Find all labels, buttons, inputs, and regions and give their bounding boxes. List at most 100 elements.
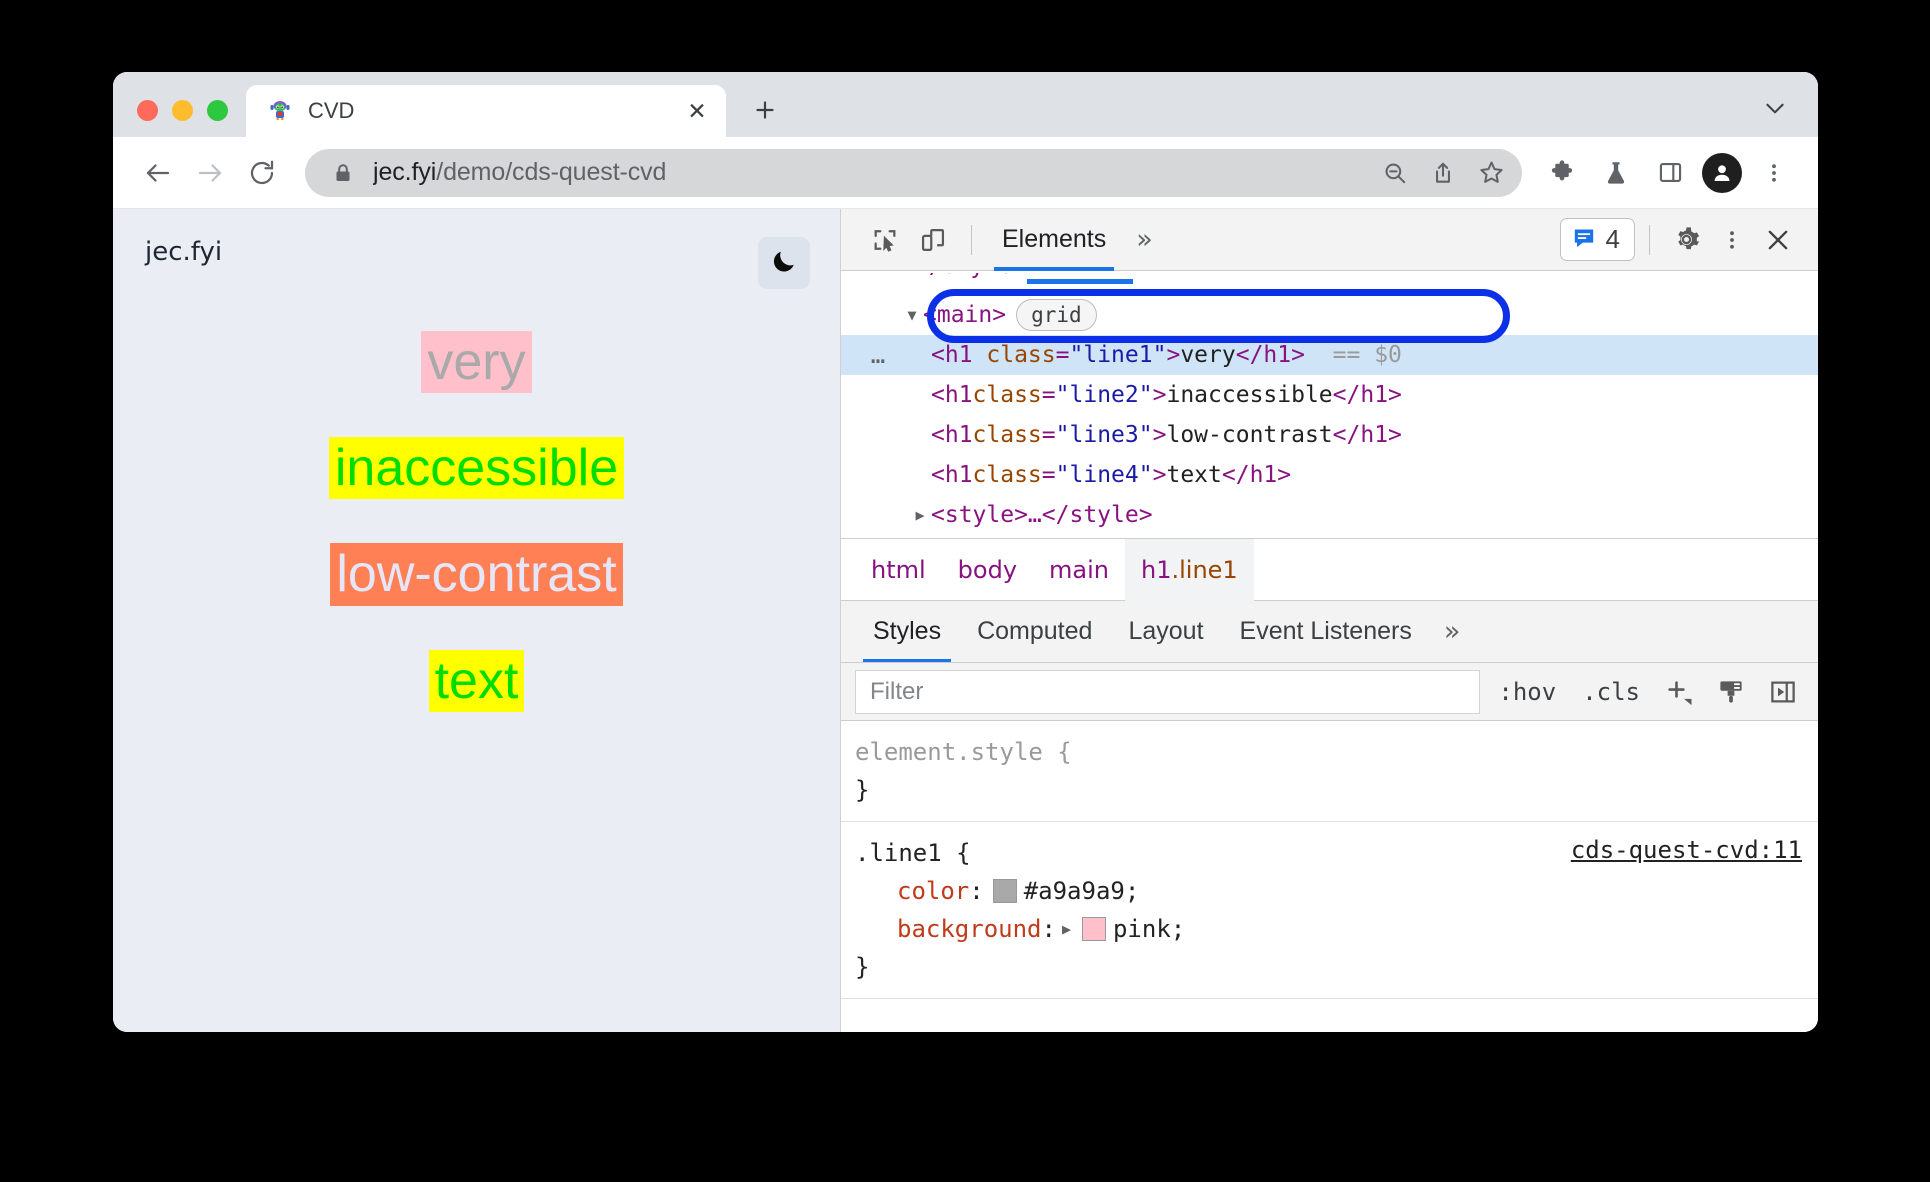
lab-flask-icon[interactable] (1594, 151, 1638, 195)
hov-toggle-button[interactable]: :hov (1490, 678, 1564, 706)
styles-filter-row: Filter :hov .cls (841, 663, 1818, 721)
devtools-panel: Elements » 4 ▼ <main> grid … <h1 class="… (841, 209, 1818, 1032)
declaration-background-semicolon: ; (1170, 915, 1186, 943)
share-icon[interactable] (1422, 152, 1464, 194)
dom-row-h1-line3[interactable]: <h1 class = "line3" > low-contrast </h1> (841, 415, 1818, 455)
dom-tree[interactable]: </style> ▼ <main> grid … <h1 class="line… (841, 271, 1818, 539)
lock-icon (331, 161, 355, 185)
cvd-line-4: text (428, 649, 525, 712)
dom-gt-3: > (1152, 422, 1167, 448)
address-bar[interactable]: jec.fyi/demo/cds-quest-cvd (305, 148, 1522, 197)
rule-element-style[interactable]: element.style { } (841, 721, 1818, 822)
forward-button[interactable] (187, 150, 233, 196)
dom-selected-ref: == $0 (1332, 342, 1402, 368)
dom-row-main-close[interactable]: </main> (841, 535, 1818, 538)
content-split: jec.fyi very inaccessible low-contrast t… (113, 209, 1818, 1032)
dom-clipped-underline (1027, 279, 1133, 284)
penguin-favicon (268, 99, 292, 123)
color-swatch-pink[interactable] (1081, 917, 1106, 941)
maximize-window-button[interactable] (207, 100, 228, 121)
close-devtools-icon[interactable] (1756, 218, 1800, 262)
declaration-color-value[interactable]: #a9a9a9 (1024, 877, 1125, 905)
dom-row-h1-line2[interactable]: <h1 class = "line2" > inaccessible </h1> (841, 375, 1818, 415)
kebab-menu-icon[interactable] (1752, 151, 1796, 195)
expand-shorthand-triangle-icon[interactable]: ▶ (1062, 920, 1071, 938)
breadcrumb-item-html[interactable]: html (855, 539, 942, 601)
rule-close-1: } (855, 948, 1818, 986)
browser-tab[interactable]: CVD ✕ (246, 85, 726, 137)
dom-gt-4: > (1152, 462, 1167, 488)
filter-input[interactable]: Filter (855, 669, 1481, 714)
sidebar-toggle-icon[interactable] (1762, 671, 1804, 713)
tab-elements[interactable]: Elements (988, 209, 1120, 271)
dom-attr-value-3: "line3" (1055, 422, 1153, 448)
cvd-line-2: inaccessible (328, 437, 625, 500)
rule-close-text-1: } (855, 953, 870, 981)
breadcrumb-tag: h1 (1141, 555, 1172, 584)
rule-selector-text-0: element.style { (855, 738, 1072, 766)
declaration-background-value[interactable]: pink (1113, 915, 1171, 943)
styles-rules-pane[interactable]: element.style { } .line1 { cds-quest-cvd… (841, 721, 1818, 1032)
profile-avatar[interactable] (1702, 152, 1742, 193)
device-toolbar-icon[interactable] (911, 218, 955, 262)
issues-badge[interactable]: 4 (1559, 218, 1635, 261)
gear-icon[interactable] (1664, 218, 1708, 262)
chevron-down-icon[interactable] (1758, 91, 1792, 125)
reload-button[interactable] (239, 150, 285, 196)
dom-close-tag-2: </h1> (1332, 382, 1402, 408)
tab-layout[interactable]: Layout (1110, 601, 1221, 662)
more-styles-tabs-icon[interactable]: » (1430, 616, 1475, 647)
plus-new-rule-icon[interactable] (1658, 671, 1700, 713)
tab-styles[interactable]: Styles (855, 601, 959, 662)
breadcrumb-item-h1-line1[interactable]: h1 .line1 (1125, 538, 1254, 601)
inspect-cursor-icon[interactable] (863, 218, 907, 262)
site-header: jec.fyi (113, 209, 840, 289)
dom-row-clipped[interactable]: </style> (841, 273, 1818, 295)
dom-row-h1-line4[interactable]: <h1 class = "line4" > text </h1> (841, 455, 1818, 495)
devtools-kebab-menu-icon[interactable] (1710, 218, 1754, 262)
side-panel-icon[interactable] (1648, 151, 1692, 195)
breadcrumb-item-main[interactable]: main (1033, 539, 1125, 601)
dom-text-4: text (1166, 462, 1222, 488)
close-tab-button[interactable]: ✕ (682, 96, 712, 126)
more-panels-icon[interactable]: » (1128, 224, 1161, 255)
dom-attr-value-4: "line4" (1055, 462, 1153, 488)
declaration-background[interactable]: background: ▶ pink; (855, 910, 1818, 948)
declaration-color[interactable]: color: #a9a9a9; (855, 872, 1818, 910)
rule-selector-text-1: .line1 { (855, 839, 971, 867)
dom-row-ellipsis-button[interactable]: … (855, 341, 903, 369)
breadcrumb: html body main h1 .line1 (841, 538, 1818, 601)
minimize-window-button[interactable] (172, 100, 193, 121)
expand-triangle-icon[interactable]: ▼ (901, 306, 923, 324)
toolbar-divider-2 (1649, 224, 1650, 255)
declaration-background-name: background (897, 915, 1042, 943)
dom-open-tag-4: <h1 (931, 462, 973, 488)
dom-attr-name-2: class (972, 382, 1042, 408)
dark-mode-toggle[interactable] (758, 237, 810, 289)
back-button[interactable] (135, 150, 181, 196)
devtools-toolbar: Elements » 4 (841, 209, 1818, 271)
tab-computed[interactable]: Computed (959, 601, 1110, 662)
dom-attr-name-4: class (972, 462, 1042, 488)
bookmark-star-icon[interactable] (1470, 152, 1512, 194)
issues-message-icon (1571, 225, 1597, 255)
collapse-triangle-icon[interactable]: ▶ (909, 506, 931, 524)
tab-strip: CVD ✕ (113, 72, 1818, 137)
new-tab-button[interactable] (742, 87, 788, 133)
extensions-puzzle-icon[interactable] (1540, 151, 1584, 195)
color-swatch-gray[interactable] (992, 879, 1017, 903)
close-window-button[interactable] (137, 100, 158, 121)
site-name: jec.fyi (145, 237, 223, 267)
cls-toggle-button[interactable]: .cls (1574, 678, 1648, 706)
dom-row-main-open[interactable]: ▼ <main> grid (841, 295, 1818, 335)
cvd-line-3: low-contrast (330, 543, 623, 606)
breadcrumb-item-body[interactable]: body (942, 539, 1033, 601)
dom-row-h1-line1[interactable]: … <h1 class="line1">very</h1> == $0 (841, 335, 1818, 375)
stylesheet-source-link[interactable]: cds-quest-cvd:11 (1571, 836, 1802, 864)
zoom-out-icon[interactable] (1374, 152, 1416, 194)
rule-line1[interactable]: .line1 { cds-quest-cvd:11 color: #a9a9a9;… (841, 822, 1818, 999)
paintbrush-icon[interactable] (1710, 671, 1752, 713)
dom-row-style-node[interactable]: ▶ <style>…</style> (841, 495, 1818, 535)
tab-event-listeners[interactable]: Event Listeners (1222, 601, 1430, 662)
grid-badge[interactable]: grid (1016, 299, 1097, 331)
